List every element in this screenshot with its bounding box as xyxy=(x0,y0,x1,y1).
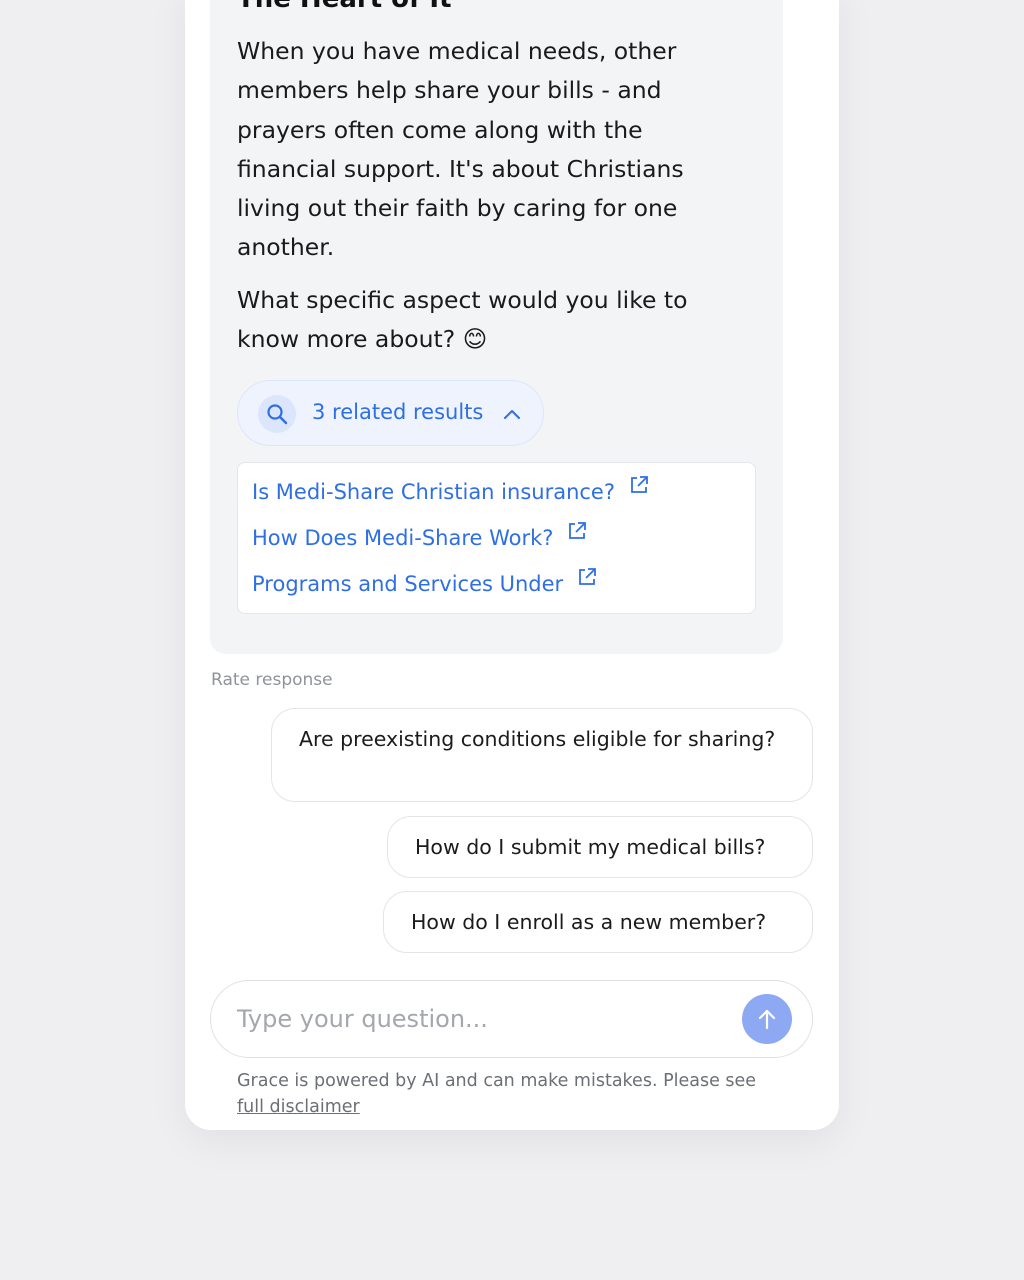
chevron-up-icon xyxy=(502,406,522,425)
search-icon xyxy=(258,395,296,433)
suggestion-chip[interactable]: How do I submit my medical bills? xyxy=(387,816,813,878)
related-result-label: Is Medi-Share Christian insurance? xyxy=(252,479,615,504)
send-button[interactable] xyxy=(742,994,792,1044)
arrow-up-icon xyxy=(758,1009,776,1030)
related-results-list: Is Medi-Share Christian insurance? How D… xyxy=(237,462,756,614)
external-link-icon xyxy=(629,475,649,500)
related-results-toggle[interactable]: 3 related results xyxy=(237,380,544,446)
related-result-link[interactable]: Is Medi-Share Christian insurance? xyxy=(252,476,649,504)
external-link-icon xyxy=(567,521,587,546)
suggestion-chip[interactable]: How do I enroll as a new member? xyxy=(383,891,813,953)
message-heading: The Heart of It xyxy=(237,0,452,14)
message-question: What specific aspect would you like to k… xyxy=(237,281,737,360)
external-link-icon xyxy=(577,567,597,592)
ai-disclaimer: Grace is powered by AI and can make mist… xyxy=(237,1068,777,1120)
full-disclaimer-link[interactable]: full disclaimer xyxy=(237,1097,360,1117)
rate-response-label[interactable]: Rate response xyxy=(211,670,333,690)
suggestion-chip[interactable]: Are preexisting conditions eligible for … xyxy=(271,708,813,802)
disclaimer-text: Grace is powered by AI and can make mist… xyxy=(237,1071,757,1091)
question-input[interactable] xyxy=(237,999,717,1039)
related-result-link[interactable]: How Does Medi-Share Work? xyxy=(252,522,587,550)
question-composer xyxy=(210,980,813,1058)
related-result-label: How Does Medi-Share Work? xyxy=(252,525,554,550)
message-paragraph: When you have medical needs, other membe… xyxy=(237,37,684,262)
smile-emoji: 😊 xyxy=(462,325,488,354)
related-result-link[interactable]: Programs and Services Under xyxy=(252,568,597,596)
related-results-label: 3 related results xyxy=(312,400,484,424)
related-result-label: Programs and Services Under xyxy=(252,571,564,596)
